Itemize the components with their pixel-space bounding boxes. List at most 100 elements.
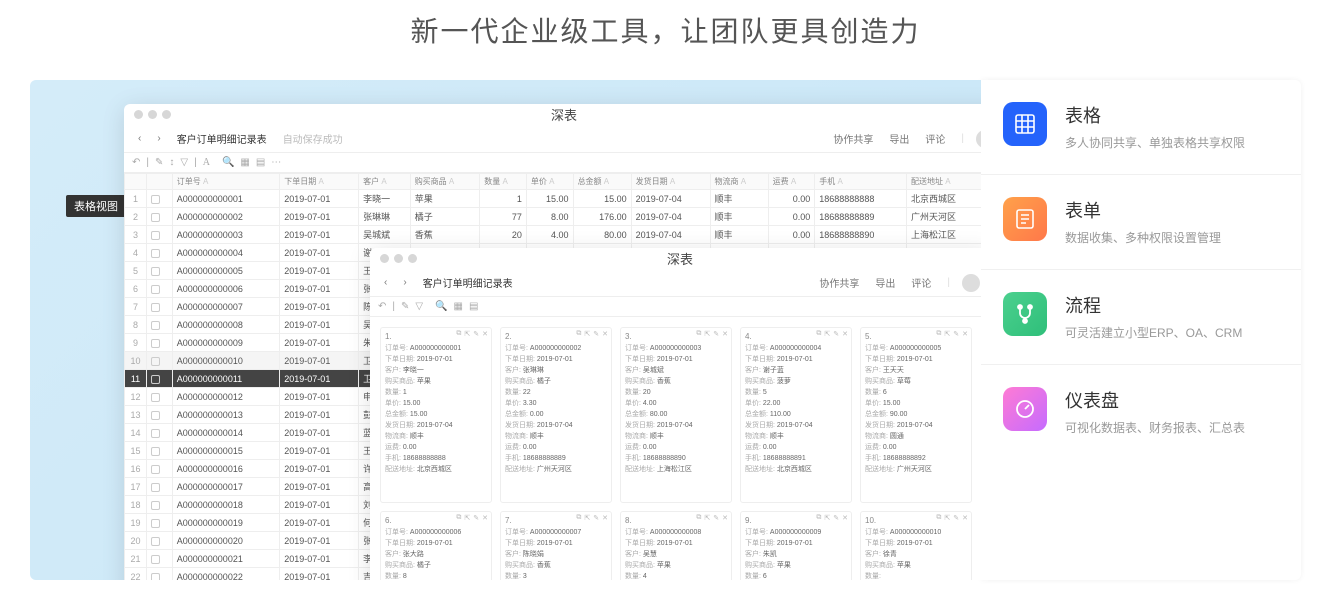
nav-fwd-icon[interactable]: › (399, 275, 410, 290)
delete-icon: ✕ (962, 330, 968, 338)
table-row[interactable]: 3A0000000000032019-07-01吴城斌香蕉204.0080.00… (125, 226, 982, 244)
share-button[interactable]: 协作共享 (829, 129, 877, 148)
record-card[interactable]: ⧉⇱✎✕ 6. 订单号: A000000000006 下单日期: 2019-07… (380, 511, 492, 580)
tab-name[interactable]: 客户订单明细记录表 (419, 273, 517, 292)
view-grid-icon[interactable]: ▦ (240, 157, 249, 168)
comment-button[interactable]: 评论 (921, 129, 949, 148)
feature-desc: 多人协同共享、单独表格共享权限 (1065, 134, 1245, 152)
sort-icon[interactable]: ↕ (169, 157, 174, 168)
feature-desc: 数据收集、多种权限设置管理 (1065, 229, 1221, 247)
feature-table[interactable]: 表格 多人协同共享、单独表格共享权限 (981, 80, 1301, 175)
window-title: 深表 (370, 249, 981, 268)
link-icon: ⇱ (944, 330, 950, 338)
feature-list: 表格 多人协同共享、单独表格共享权限 表单 数据收集、多种权限设置管理 流程 可… (981, 80, 1301, 580)
tooltip-grid-view: 表格视图 (66, 195, 126, 217)
product-preview-pane: 表格视图 卡片视图 深表 ‹ › 客户订单明细记录表 自动保存成功 协作共享 导… (30, 80, 981, 580)
toolbar: ↶ | ✎ ▽ 🔍 ▦ ▤ (370, 297, 981, 317)
form-icon (1003, 197, 1047, 241)
filter-icon[interactable]: ▽ (415, 301, 423, 312)
copy-icon: ⧉ (936, 330, 941, 338)
comment-button[interactable]: 评论 (907, 273, 935, 292)
share-button[interactable]: 协作共享 (815, 273, 863, 292)
toolbar: ↶ | ✎ ↕ ▽ | A 🔍 ▦ ▤ ⋯ (124, 153, 981, 173)
card-toolbar[interactable]: ⧉⇱✎✕ (696, 330, 728, 338)
avatar[interactable] (962, 274, 980, 292)
edit-icon: ✎ (593, 514, 599, 522)
copy-icon: ⧉ (936, 514, 941, 522)
link-icon: ⇱ (704, 330, 710, 338)
copy-icon: ⧉ (576, 330, 581, 338)
record-card[interactable]: ⧉⇱✎✕ 7. 订单号: A000000000007 下单日期: 2019-07… (500, 511, 612, 580)
record-card[interactable]: ⧉⇱✎✕ 2. 订单号: A000000000002 下单日期: 2019-07… (500, 327, 612, 503)
divider: | (957, 131, 968, 146)
card-toolbar[interactable]: ⧉⇱✎✕ (936, 514, 968, 522)
search-icon[interactable]: 🔍 (222, 157, 234, 168)
card-toolbar[interactable]: ⧉⇱✎✕ (456, 514, 488, 522)
edit-icon: ✎ (593, 330, 599, 338)
more-icon[interactable]: ⋯ (271, 157, 281, 168)
feature-form[interactable]: 表单 数据收集、多种权限设置管理 (981, 175, 1301, 270)
flow-icon (1003, 292, 1047, 336)
record-card[interactable]: ⧉⇱✎✕ 10. 订单号: A000000000010 下单日期: 2019-0… (860, 511, 972, 580)
copy-icon: ⧉ (696, 330, 701, 338)
copy-icon: ⧉ (816, 514, 821, 522)
feature-desc: 可灵活建立小型ERP、OA、CRM (1065, 324, 1242, 342)
card-toolbar[interactable]: ⧉⇱✎✕ (816, 514, 848, 522)
link-icon: ⇱ (824, 514, 830, 522)
feature-workflow[interactable]: 流程 可灵活建立小型ERP、OA、CRM (981, 270, 1301, 365)
copy-icon: ⧉ (456, 514, 461, 522)
tab-name[interactable]: 客户订单明细记录表 (173, 129, 271, 148)
feature-title: 仪表盘 (1065, 387, 1245, 413)
autosave-status: 自动保存成功 (279, 129, 347, 148)
delete-icon: ✕ (602, 514, 608, 522)
table-row[interactable]: 2A0000000000022019-07-01张琳琳橘子778.00176.0… (125, 208, 982, 226)
card-container: ⧉⇱✎✕ 1. 订单号: A000000000001 下单日期: 2019-07… (370, 317, 981, 580)
search-icon[interactable]: 🔍 (435, 301, 447, 312)
nav-back-icon[interactable]: ‹ (380, 275, 391, 290)
avatar[interactable] (976, 130, 981, 148)
delete-icon: ✕ (482, 330, 488, 338)
page-headline: 新一代企业级工具，让团队更具创造力 (0, 0, 1331, 80)
card-toolbar[interactable]: ⧉⇱✎✕ (456, 330, 488, 338)
record-card[interactable]: ⧉⇱✎✕ 9. 订单号: A000000000009 下单日期: 2019-07… (740, 511, 852, 580)
card-toolbar[interactable]: ⧉⇱✎✕ (936, 330, 968, 338)
feature-desc: 可视化数据表、财务报表、汇总表 (1065, 419, 1245, 437)
record-card[interactable]: ⧉⇱✎✕ 1. 订单号: A000000000001 下单日期: 2019-07… (380, 327, 492, 503)
feature-title: 表单 (1065, 197, 1221, 223)
edit-icon: ✎ (833, 330, 839, 338)
delete-icon: ✕ (842, 514, 848, 522)
card-toolbar[interactable]: ⧉⇱✎✕ (816, 330, 848, 338)
record-card[interactable]: ⧉⇱✎✕ 8. 订单号: A000000000008 下单日期: 2019-07… (620, 511, 732, 580)
feature-title: 流程 (1065, 292, 1242, 318)
feature-dashboard[interactable]: 仪表盘 可视化数据表、财务报表、汇总表 (981, 365, 1301, 459)
undo-icon[interactable]: ↶ (132, 157, 140, 168)
brush-icon[interactable]: ✎ (155, 157, 163, 168)
filter-icon[interactable]: ▽ (180, 157, 188, 168)
view-card-icon[interactable]: ▤ (469, 301, 478, 312)
card-toolbar[interactable]: ⧉⇱✎✕ (696, 514, 728, 522)
record-card[interactable]: ⧉⇱✎✕ 5. 订单号: A000000000005 下单日期: 2019-07… (860, 327, 972, 503)
window-title: 深表 (124, 105, 981, 124)
export-button[interactable]: 导出 (871, 273, 899, 292)
nav-back-icon[interactable]: ‹ (134, 131, 145, 146)
export-button[interactable]: 导出 (885, 129, 913, 148)
edit-icon: ✎ (713, 330, 719, 338)
record-card[interactable]: ⧉⇱✎✕ 4. 订单号: A000000000004 下单日期: 2019-07… (740, 327, 852, 503)
window-card-view: 深表 ‹ › 客户订单明细记录表 协作共享 导出 评论 | ↶ | ✎ ▽ 🔍 (370, 248, 981, 580)
link-icon: ⇱ (584, 514, 590, 522)
record-card[interactable]: ⧉⇱✎✕ 3. 订单号: A000000000003 下单日期: 2019-07… (620, 327, 732, 503)
card-toolbar[interactable]: ⧉⇱✎✕ (576, 330, 608, 338)
view-card-icon[interactable]: ▤ (256, 157, 265, 168)
link-icon: ⇱ (464, 330, 470, 338)
brush-icon[interactable]: ✎ (401, 301, 409, 312)
table-row[interactable]: 1A0000000000012019-07-01李晓一苹果115.0015.00… (125, 190, 982, 208)
copy-icon: ⧉ (456, 330, 461, 338)
nav-fwd-icon[interactable]: › (153, 131, 164, 146)
copy-icon: ⧉ (696, 514, 701, 522)
delete-icon: ✕ (962, 514, 968, 522)
edit-icon: ✎ (953, 514, 959, 522)
card-toolbar[interactable]: ⧉⇱✎✕ (576, 514, 608, 522)
link-icon: ⇱ (704, 514, 710, 522)
undo-icon[interactable]: ↶ (378, 301, 386, 312)
view-grid-icon[interactable]: ▦ (454, 301, 463, 312)
